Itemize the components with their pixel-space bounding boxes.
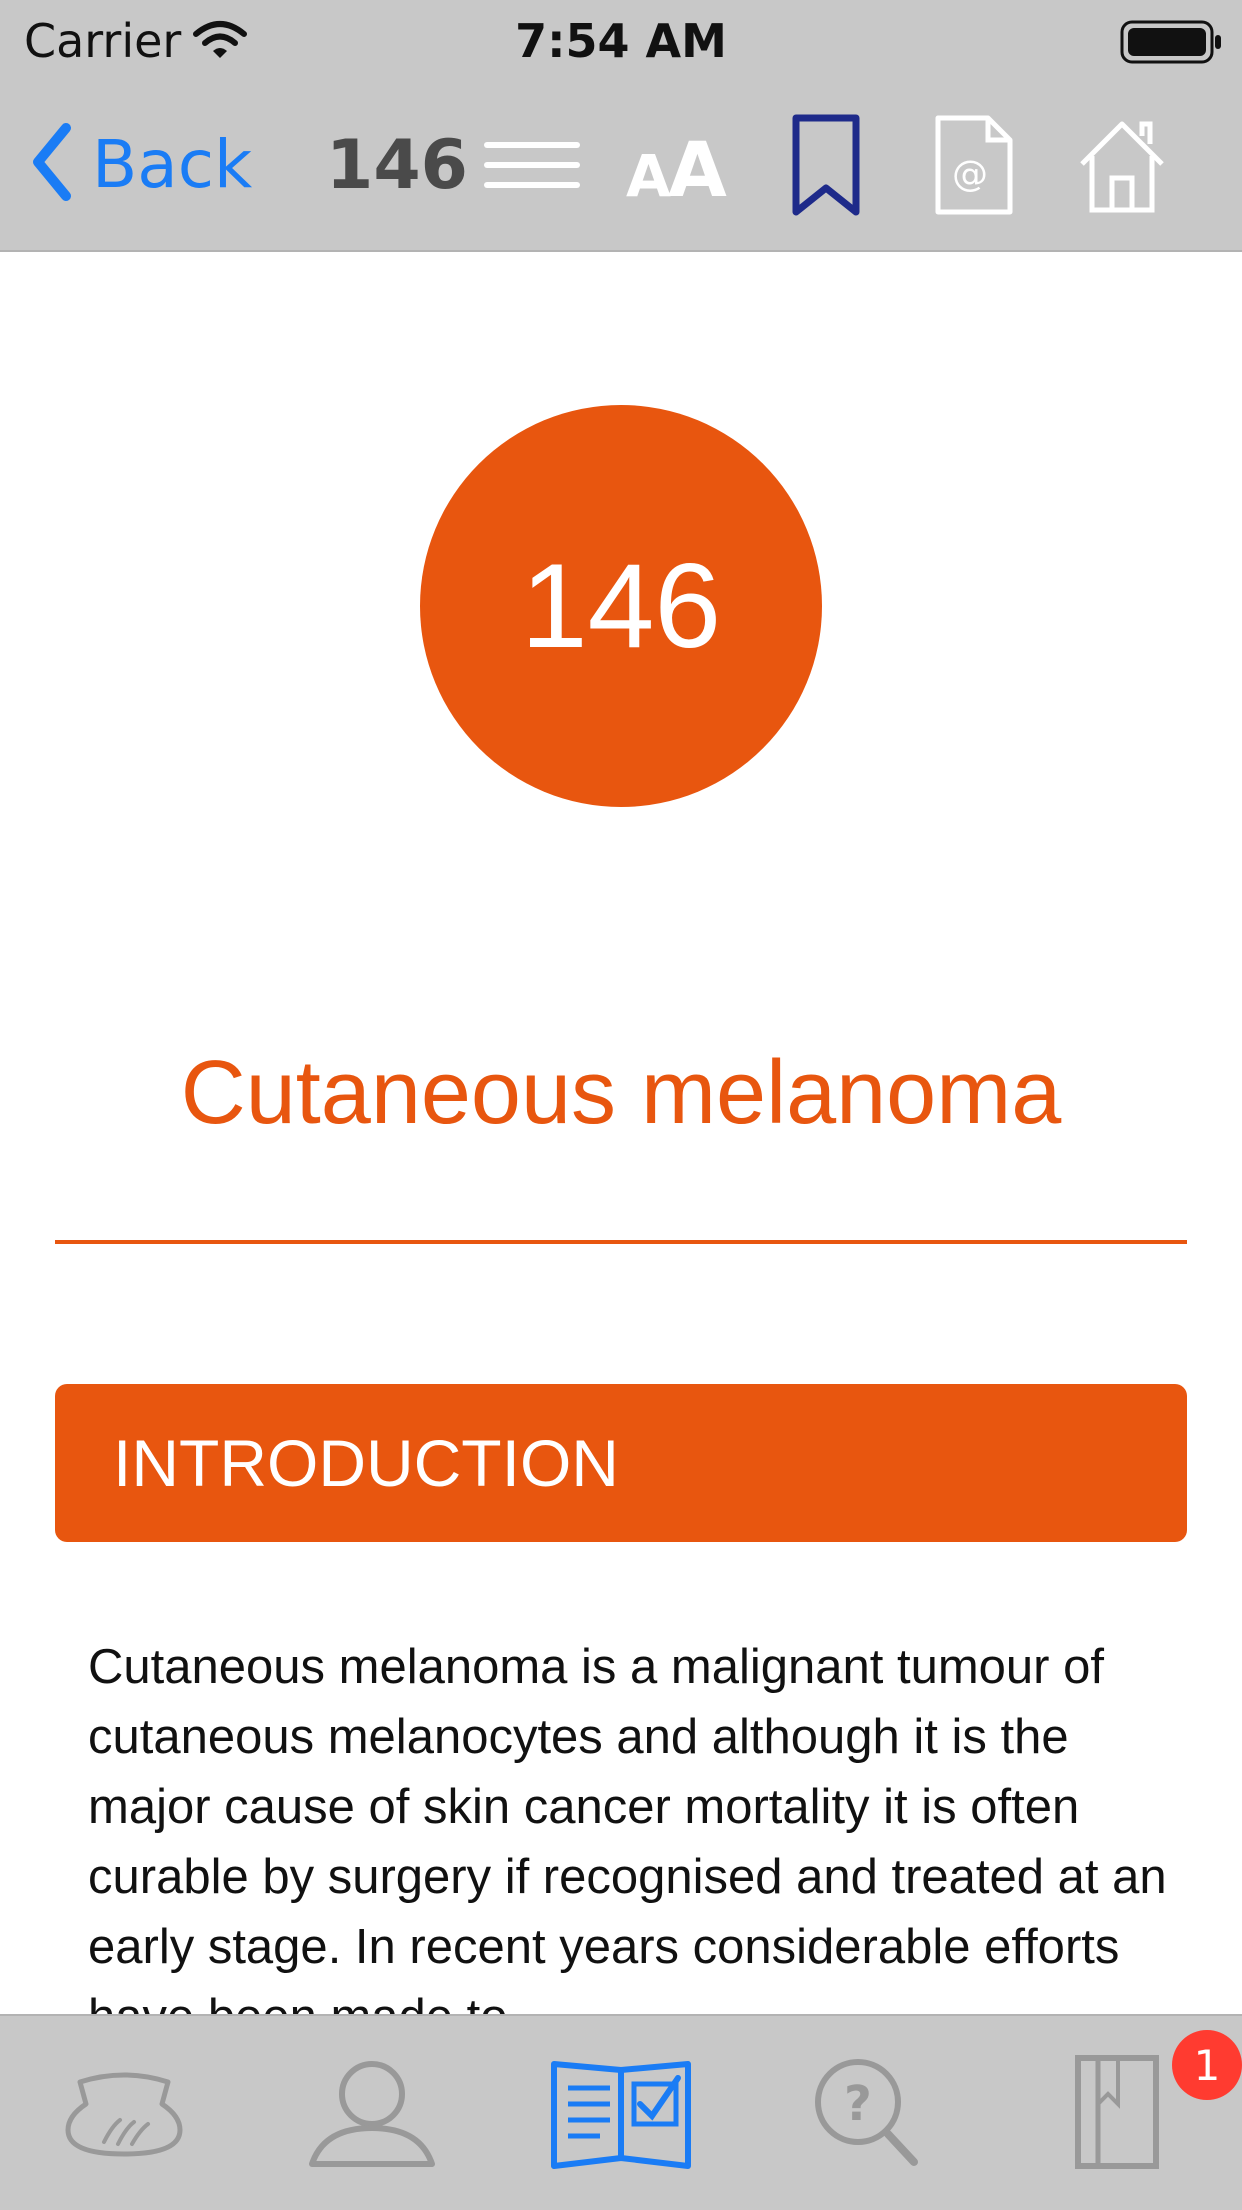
status-bar: Carrier 7:54 AM [0, 0, 1242, 84]
notification-badge: 1 [1172, 2030, 1242, 2100]
battery-icon [1120, 20, 1224, 68]
title-divider [55, 1240, 1187, 1244]
chapter-badge: 146 [420, 405, 822, 807]
font-size-icon[interactable]: A A [624, 114, 734, 218]
notebook-icon[interactable] [1072, 2054, 1162, 2174]
clock: 7:54 AM [515, 14, 727, 68]
menu-icon[interactable] [482, 114, 582, 218]
chapter-title: Cutaneous melanoma [180, 1043, 1062, 1143]
chevron-left-icon [30, 122, 72, 206]
profile-icon[interactable] [306, 2054, 438, 2174]
navigation-bar: Back 146 A A @ [0, 84, 1242, 252]
email-icon[interactable]: @ [932, 114, 1016, 222]
bookmark-icon[interactable] [790, 114, 862, 222]
chapter-number: 146 [520, 539, 722, 673]
svg-text:A: A [668, 125, 727, 214]
search-help-icon[interactable]: ? [810, 2054, 922, 2174]
home-icon[interactable] [1076, 114, 1168, 222]
chapter-content[interactable]: 146 Cutaneous melanoma INTRODUCTION Cuta… [0, 252, 1242, 2014]
svg-text:@: @ [952, 154, 988, 195]
svg-text:?: ? [844, 2076, 872, 2132]
page-number: 146 [326, 126, 468, 205]
section-header[interactable]: INTRODUCTION [55, 1384, 1187, 1542]
body-paragraph: Cutaneous melanoma is a malignant tumour… [88, 1640, 1167, 2014]
back-button[interactable]: Back [30, 114, 252, 214]
svg-text:A: A [626, 142, 671, 210]
back-label: Back [92, 125, 253, 203]
skin-icon[interactable] [60, 2054, 188, 2168]
tab-bar: ? [0, 2014, 1242, 2210]
book-checklist-icon[interactable] [550, 2054, 692, 2176]
